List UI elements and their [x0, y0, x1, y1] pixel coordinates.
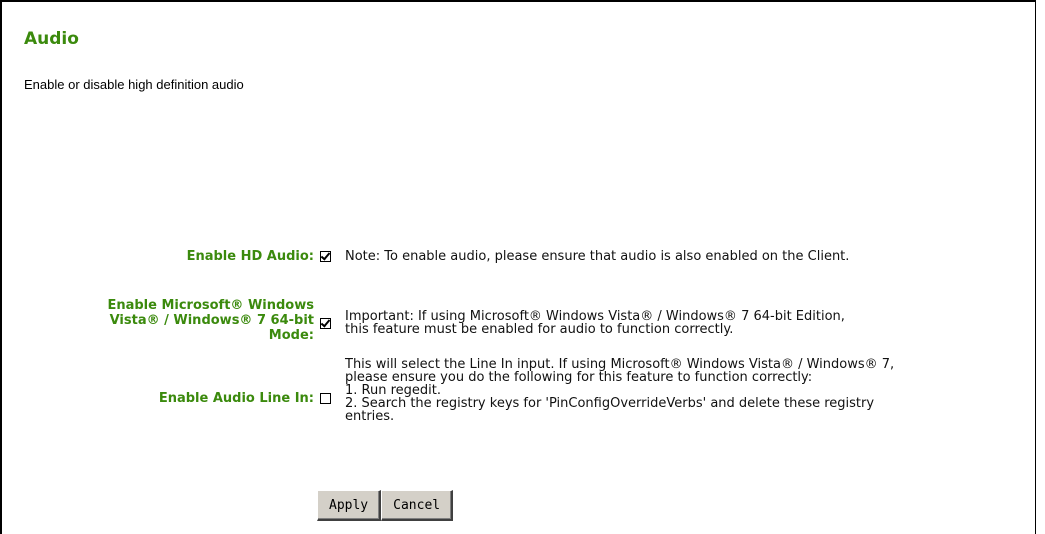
line-in-label: Enable Audio Line In: [158, 391, 314, 406]
settings-panel: Audio Enable or disable high definition … [0, 0, 1036, 534]
page-title: Audio [24, 29, 79, 49]
vista-mode-note-line: this feature must be enabled for audio t… [345, 322, 734, 337]
hd-audio-label: Enable HD Audio: [186, 249, 314, 264]
cancel-button[interactable]: Cancel [381, 490, 454, 521]
vista-mode-checkbox[interactable] [320, 318, 331, 329]
line-in-note-line: 2. Search the registry keys for 'PinConf… [345, 396, 875, 411]
apply-button[interactable]: Apply [317, 490, 382, 521]
vista-mode-label: Enable Microsoft® Windows Vista® / Windo… [44, 298, 314, 343]
line-in-checkbox[interactable] [320, 393, 331, 404]
page-description: Enable or disable high definition audio [24, 77, 244, 92]
hd-audio-note: Note: To enable audio, please ensure tha… [345, 249, 850, 264]
vista-mode-label-line: Enable Microsoft® Windows [107, 298, 314, 313]
vista-mode-label-line: Mode: [268, 328, 314, 343]
hd-audio-checkbox[interactable] [320, 251, 331, 262]
line-in-note: This will select the Line In input. If u… [345, 358, 894, 423]
vista-mode-note: Important: If using Microsoft® Windows V… [345, 310, 845, 336]
vista-mode-label-line: Vista® / Windows® 7 64-bit [109, 313, 314, 328]
line-in-note-line: entries. [345, 409, 395, 424]
action-buttons: Apply Cancel [317, 490, 454, 521]
